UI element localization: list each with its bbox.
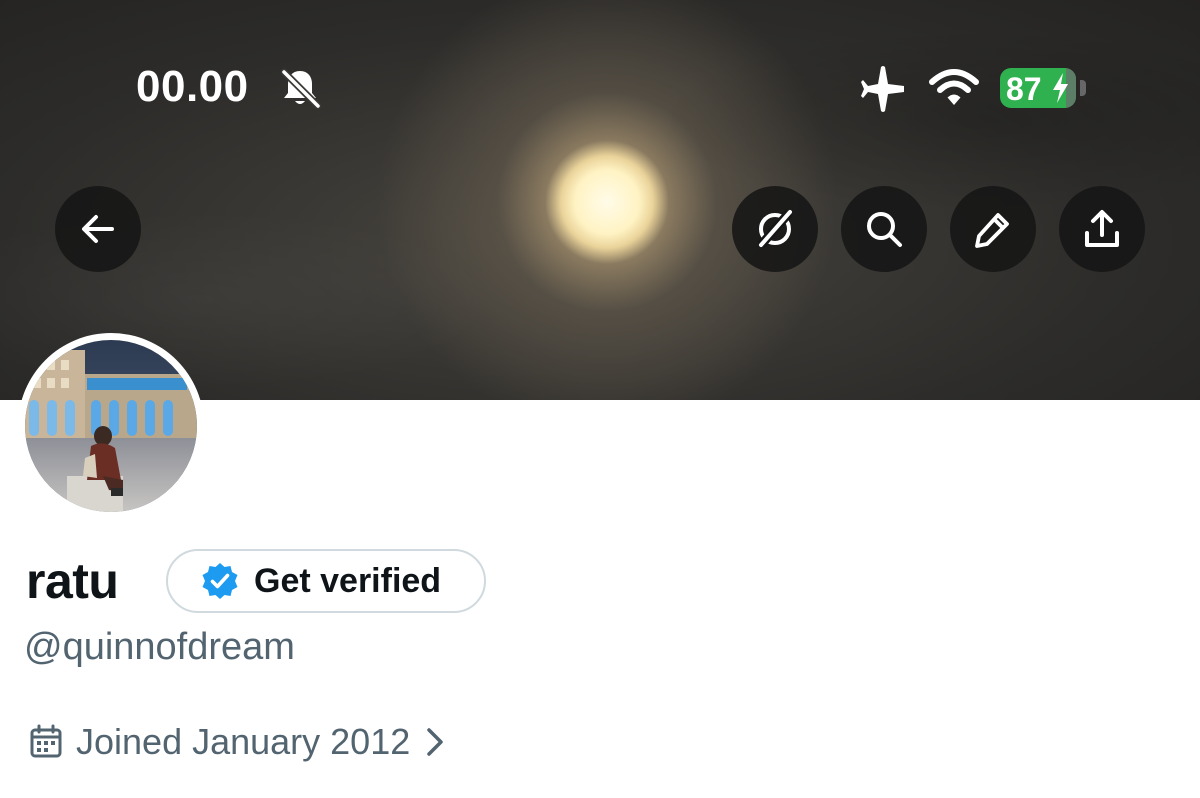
pencil-icon [975,213,1009,248]
battery-indicator: 87 [1000,68,1076,108]
charging-bolt-icon [1053,73,1068,103]
bell-slash-icon [280,68,322,110]
share-icon [1085,210,1119,247]
profile-handle: @quinnofdream [24,626,295,668]
profile-avatar[interactable] [18,333,204,519]
joined-date-row[interactable]: Joined January 2012 [28,720,446,764]
airplane-mode-icon [861,66,904,112]
search-icon [867,212,902,247]
arrow-left-icon [82,215,114,243]
share-button[interactable] [1059,186,1145,272]
edit-button[interactable] [950,186,1036,272]
grok-button[interactable] [732,186,818,272]
get-verified-label: Get verified [254,561,442,600]
back-button[interactable] [55,186,141,272]
battery-level-text: 87 [1006,71,1042,107]
joined-date-text: Joined January 2012 [76,721,411,762]
calendar-icon [30,724,62,758]
get-verified-button[interactable]: Get verified [166,549,486,613]
grok-icon [757,210,793,248]
verified-badge-icon [202,563,238,599]
search-button[interactable] [841,186,927,272]
display-name: ratu [26,553,119,609]
chevron-right-icon [427,728,443,756]
status-time: 00.00 [136,62,249,111]
battery-cap [1080,80,1086,96]
wifi-icon [929,69,979,105]
avatar-photo [25,340,197,512]
